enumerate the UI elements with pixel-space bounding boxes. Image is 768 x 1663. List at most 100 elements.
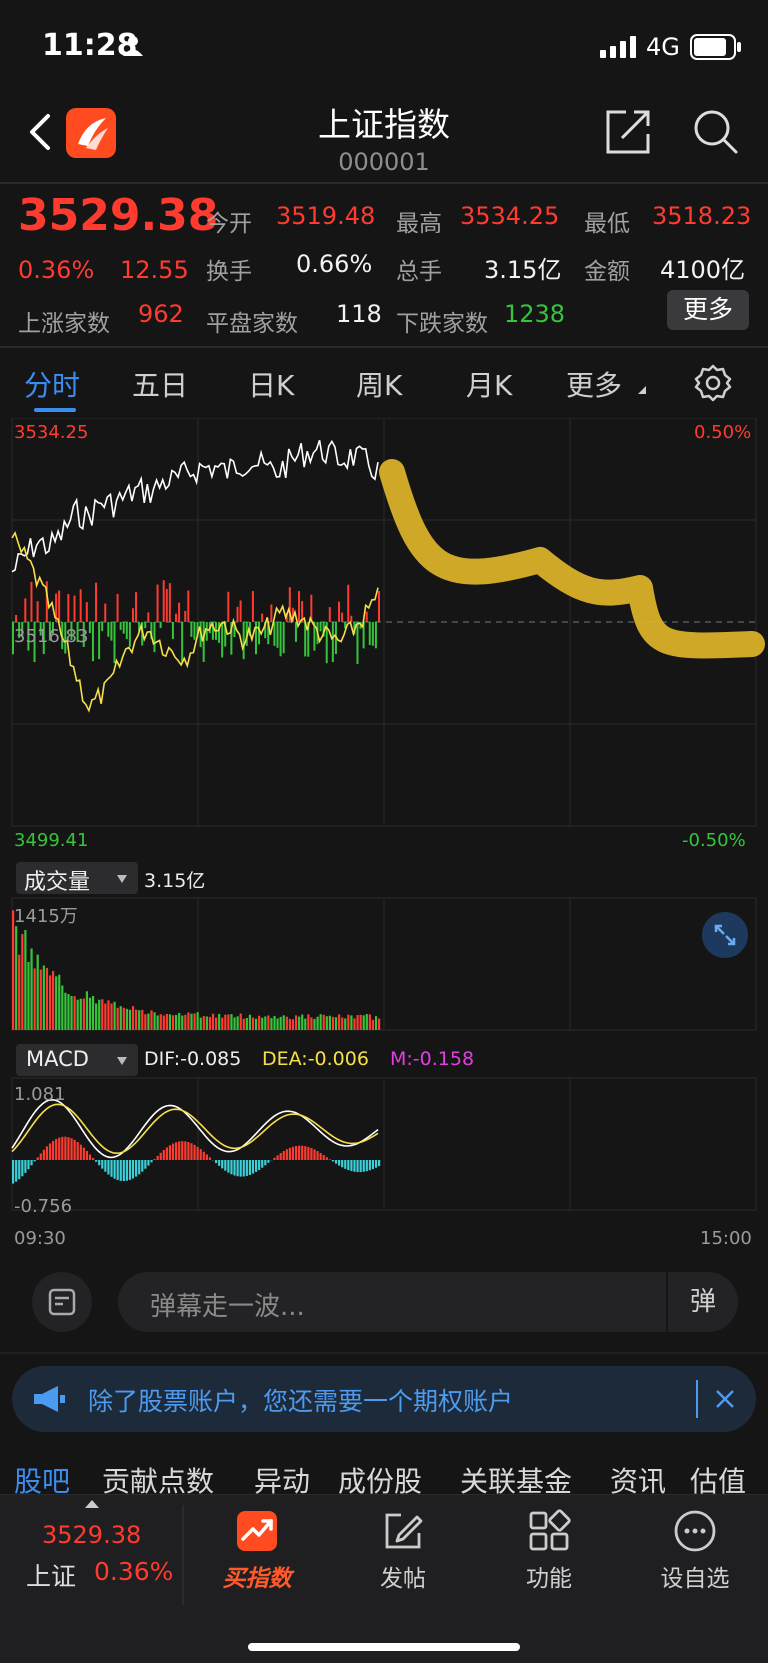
danmu-input[interactable]: 弹幕走一波... 弹: [118, 1272, 738, 1332]
tick-bar: [95, 582, 98, 622]
tab-constituents[interactable]: 成份股: [338, 1460, 422, 1496]
volume-bar: [267, 1015, 270, 1030]
share-icon[interactable]: [604, 108, 652, 156]
macd-bar: [159, 1152, 162, 1160]
macd-bar: [301, 1145, 304, 1160]
tick-bar: [251, 591, 254, 622]
network-label: 4G: [646, 33, 680, 61]
close-icon[interactable]: [714, 1388, 736, 1410]
tab-forum[interactable]: 股吧: [14, 1460, 70, 1496]
volume-bar: [310, 1017, 313, 1030]
nav-bar: 上证指数 000001: [0, 90, 768, 182]
volume-bar: [175, 1014, 178, 1030]
bottom-index-price[interactable]: 3529.38: [42, 1521, 141, 1549]
chart-canvas: [11, 418, 765, 1211]
volume-bar: [301, 1014, 304, 1030]
volume-bar: [125, 1008, 128, 1030]
volume-bar: [288, 1018, 292, 1030]
tab-intraday[interactable]: 分时: [24, 364, 80, 404]
macd-bar: [144, 1160, 147, 1169]
macd-bar: [104, 1160, 107, 1172]
tick-bar: [144, 622, 147, 629]
tick-bar: [73, 595, 76, 622]
volume-bar: [76, 999, 79, 1030]
settings-icon[interactable]: [694, 364, 732, 402]
amount-value: 4100亿: [660, 256, 746, 284]
indicator-selector[interactable]: MACD: [16, 1044, 138, 1076]
volume-bar: [319, 1014, 322, 1030]
amount-label: 金额: [584, 259, 630, 285]
tab-daily-k[interactable]: 日K: [248, 364, 294, 404]
tick-bar: [378, 591, 380, 622]
bottom-index-pct[interactable]: 0.36%: [94, 1557, 173, 1586]
macd-bar: [205, 1154, 208, 1160]
function-label: 功能: [526, 1566, 572, 1592]
macd-bar: [51, 1140, 55, 1160]
macd-bar: [95, 1160, 98, 1162]
indicator-selector-label: MACD: [26, 1047, 89, 1071]
danmu-send-button[interactable]: 弹: [666, 1272, 738, 1332]
macd-bar: [294, 1146, 298, 1160]
macd-bar: [119, 1160, 122, 1181]
price-mid-label: 3516.83: [14, 626, 89, 647]
volume-bar: [356, 1015, 359, 1030]
tick-bar: [175, 613, 178, 622]
tick-bar: [36, 601, 39, 622]
more-button[interactable]: 更多: [667, 290, 749, 330]
macd-bar: [365, 1160, 368, 1172]
intraday-chart[interactable]: 3534.25 0.50% 3516.83 3499.41 -0.50% 成交量…: [0, 418, 768, 1249]
expand-icon: [714, 924, 736, 946]
tick-bar: [319, 622, 322, 632]
price-line: [11, 439, 379, 573]
volume-bar: [15, 926, 18, 1030]
flat-count: 118: [336, 300, 382, 328]
volume-bar: [39, 969, 42, 1030]
tick-bar: [221, 622, 224, 658]
volume-bar: [67, 994, 70, 1030]
tab-news[interactable]: 资讯: [610, 1460, 666, 1496]
tab-monthly-k[interactable]: 月K: [466, 364, 512, 404]
turnover-label: 换手: [206, 259, 252, 285]
macd-bar: [21, 1160, 24, 1177]
tick-bar: [101, 622, 104, 632]
function-button[interactable]: 功能: [484, 1509, 614, 1593]
buy-index-button[interactable]: 买指数: [192, 1509, 322, 1593]
volume-selector[interactable]: 成交量: [16, 862, 138, 895]
volume-bar: [245, 1017, 248, 1030]
volume-value: 3.15亿: [484, 256, 562, 284]
bottom-bar: 3529.38 上证 0.36% 买指数 发帖 功能 设自选: [0, 1494, 768, 1663]
grid-icon: [529, 1509, 571, 1551]
macd-bar: [70, 1138, 73, 1160]
tab-movement[interactable]: 异动: [254, 1460, 310, 1496]
expand-button[interactable]: [702, 912, 748, 958]
volume-bar: [291, 1019, 295, 1030]
tab-five-day[interactable]: 五日: [132, 364, 188, 404]
volume-bar: [70, 995, 73, 1030]
tick-bar: [24, 598, 27, 622]
tick-bar: [338, 601, 341, 622]
tab-weekly-k[interactable]: 周K: [356, 364, 402, 404]
promo-banner[interactable]: 除了股票账户，您还需要一个期权账户: [12, 1366, 756, 1432]
tab-related-funds[interactable]: 关联基金: [460, 1460, 572, 1496]
tick-bar: [159, 622, 162, 629]
tick-bar: [178, 602, 181, 622]
tab-valuation[interactable]: 估值: [690, 1460, 746, 1496]
add-watchlist-button[interactable]: 设自选: [630, 1509, 760, 1593]
banner-text: 除了股票账户，您还需要一个期权账户: [88, 1387, 514, 1416]
search-icon[interactable]: [692, 108, 740, 156]
volume-bar: [264, 1016, 267, 1030]
volume-bar: [304, 1018, 307, 1030]
tick-bar: [368, 622, 371, 646]
macd-bar: [221, 1160, 224, 1169]
macd-bar: [61, 1136, 64, 1160]
volume-bar: [196, 1012, 199, 1030]
macd-bar: [341, 1160, 344, 1168]
tab-more[interactable]: 更多: [566, 364, 622, 404]
danmu-toggle-button[interactable]: [32, 1272, 92, 1332]
bottom-index-name[interactable]: 上证: [26, 1557, 76, 1593]
volume-bar: [193, 1013, 196, 1030]
tab-contribution[interactable]: 贡献点数: [102, 1460, 214, 1496]
macd-bar: [88, 1154, 92, 1160]
post-button[interactable]: 发帖: [338, 1509, 468, 1593]
tick-bar: [193, 622, 196, 640]
